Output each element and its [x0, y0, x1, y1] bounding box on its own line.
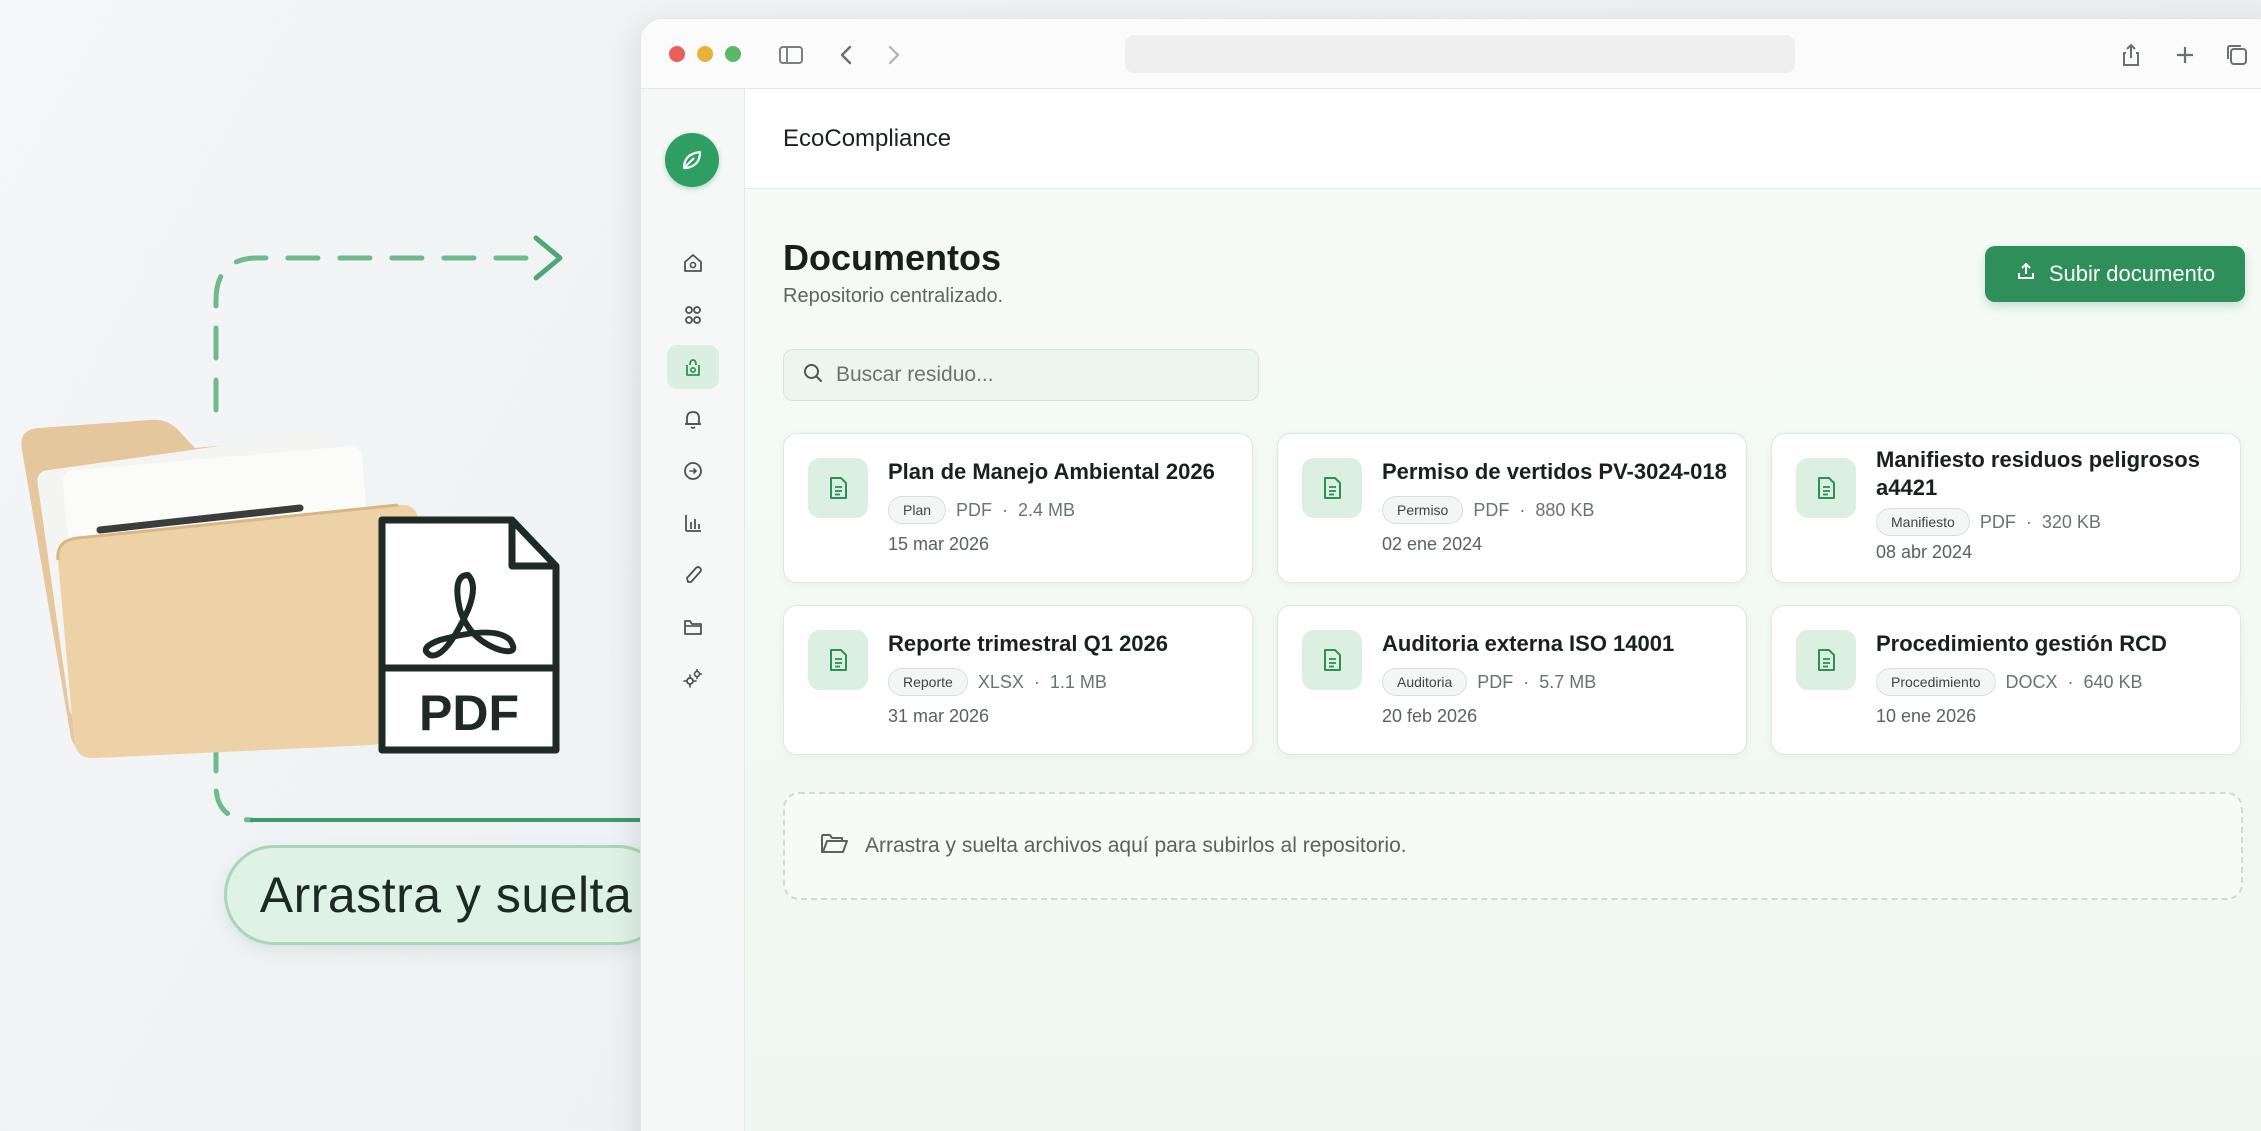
drag-drop-illustration: PDF Arrastra y suelta [0, 0, 668, 1131]
app-sidebar [641, 89, 745, 1131]
document-size: 2.4 MB [1018, 499, 1076, 520]
drag-drop-label: Arrastra y suelta [224, 845, 668, 945]
document-date: 08 abr 2024 [1876, 542, 1973, 562]
illustration-graphics: PDF [21, 235, 660, 823]
document-card[interactable]: Manifiesto residuos peligrosos a4421 Man… [1771, 433, 2241, 583]
document-type: XLSX [977, 671, 1024, 692]
folder-icon [21, 419, 419, 759]
document-icon [808, 630, 868, 690]
browser-titlebar [641, 19, 2261, 89]
meta-separator: · [1523, 671, 1530, 692]
close-window-button[interactable] [669, 46, 685, 62]
document-title: Auditoria externa ISO 14001 [1382, 631, 1675, 656]
document-type: PDF [1473, 499, 1510, 520]
document-size: 880 KB [1535, 499, 1595, 520]
document-title: Plan de Manejo Ambiental 2026 [888, 459, 1215, 484]
folder-open-icon [819, 830, 849, 862]
share-icon[interactable] [2117, 41, 2145, 69]
document-icon [1796, 458, 1856, 518]
document-icon [1302, 458, 1362, 518]
app-header: EcoCompliance [745, 89, 2261, 189]
document-date: 31 mar 2026 [888, 706, 990, 726]
upload-icon [2015, 260, 2037, 288]
document-size: 5.7 MB [1539, 671, 1597, 692]
document-date: 20 feb 2026 [1382, 706, 1478, 726]
minimize-window-button[interactable] [697, 46, 713, 62]
document-date: 10 ene 2026 [1876, 706, 1977, 726]
meta-separator: · [1519, 499, 1526, 520]
document-title: Procedimiento gestión RCD [1876, 631, 2167, 656]
search-input[interactable] [836, 363, 1236, 387]
document-date: 15 mar 2026 [888, 534, 990, 554]
pen-icon[interactable] [667, 553, 719, 597]
dashed-arrow-icon [213, 255, 548, 413]
document-tag: Reporte [888, 668, 968, 696]
tabs-icon[interactable] [2223, 41, 2251, 69]
new-tab-icon[interactable] [2171, 41, 2199, 69]
main-content: EcoCompliance Documentos Repositorio cen… [745, 89, 2261, 1131]
document-size: 1.1 MB [1049, 671, 1107, 692]
document-date: 02 ene 2024 [1382, 534, 1483, 554]
home-icon[interactable] [667, 241, 719, 285]
document-type: PDF [956, 499, 993, 520]
pdf-label: PDF [419, 685, 519, 741]
app-name: EcoCompliance [783, 125, 952, 152]
bell-icon[interactable] [667, 397, 719, 441]
search-box[interactable] [783, 349, 1259, 401]
document-tag: Permiso [1382, 496, 1464, 524]
document-tag: Procedimiento [1876, 668, 1996, 696]
address-bar[interactable] [1125, 35, 1795, 73]
upload-document-label: Subir documento [2048, 261, 2216, 286]
document-tag: Plan [888, 496, 947, 524]
document-size: 320 KB [2041, 511, 2101, 532]
upload-document-button[interactable]: Subir documento [1985, 246, 2245, 302]
document-tag: Auditoria [1382, 668, 1468, 696]
settings-icon[interactable] [667, 657, 719, 701]
document-title: Permiso de vertidos PV-3024-018 [1382, 459, 1727, 484]
document-type: PDF [1477, 671, 1514, 692]
documents-grid: Plan de Manejo Ambiental 2026 Plan PDF ·… [783, 433, 2243, 755]
dropzone-text: Arrastra y suelta archivos aquí para sub… [865, 834, 1407, 857]
maximize-window-button[interactable] [725, 46, 741, 62]
document-icon [1302, 630, 1362, 690]
page-title: Documentos [783, 237, 1002, 278]
back-icon[interactable] [833, 41, 861, 69]
document-type: DOCX [2005, 671, 2058, 692]
document-icon[interactable] [667, 449, 719, 493]
chart-icon[interactable] [667, 501, 719, 545]
document-card[interactable]: Auditoria externa ISO 14001 Auditoria PD… [1277, 605, 1747, 755]
page-subtitle: Repositorio centralizado. [783, 285, 1004, 307]
leaf-icon[interactable] [665, 133, 719, 187]
document-card[interactable]: Reporte trimestral Q1 2026 Reporte XLSX … [783, 605, 1253, 755]
meta-separator: · [1002, 499, 1009, 520]
document-icon [1796, 630, 1856, 690]
forward-icon[interactable] [879, 41, 907, 69]
document-tag: Manifiesto [1876, 508, 1970, 536]
document-type: PDF [1979, 511, 2016, 532]
meta-separator: · [2025, 511, 2032, 532]
recycle-icon[interactable] [667, 345, 719, 389]
meta-separator: · [1033, 671, 1040, 692]
browser-window: EcoCompliance Documentos Repositorio cen… [640, 18, 2261, 1131]
document-icon [808, 458, 868, 518]
folder-icon[interactable] [667, 605, 719, 649]
dropzone[interactable]: Arrastra y suelta archivos aquí para sub… [783, 792, 2243, 900]
grid-icon[interactable] [667, 293, 719, 337]
search-icon [802, 362, 824, 389]
document-card[interactable]: Procedimiento gestión RCD Procedimiento … [1771, 605, 2241, 755]
document-title: Reporte trimestral Q1 2026 [888, 631, 1169, 656]
document-card[interactable]: Plan de Manejo Ambiental 2026 Plan PDF ·… [783, 433, 1253, 583]
document-card[interactable]: Permiso de vertidos PV-3024-018 Permiso … [1277, 433, 1747, 583]
sidebar-toggle-icon[interactable] [777, 41, 805, 69]
meta-separator: · [2067, 671, 2074, 692]
document-size: 640 KB [2083, 671, 2143, 692]
document-title: Manifiesto residuos peligrosos a4421 [1876, 447, 2200, 500]
